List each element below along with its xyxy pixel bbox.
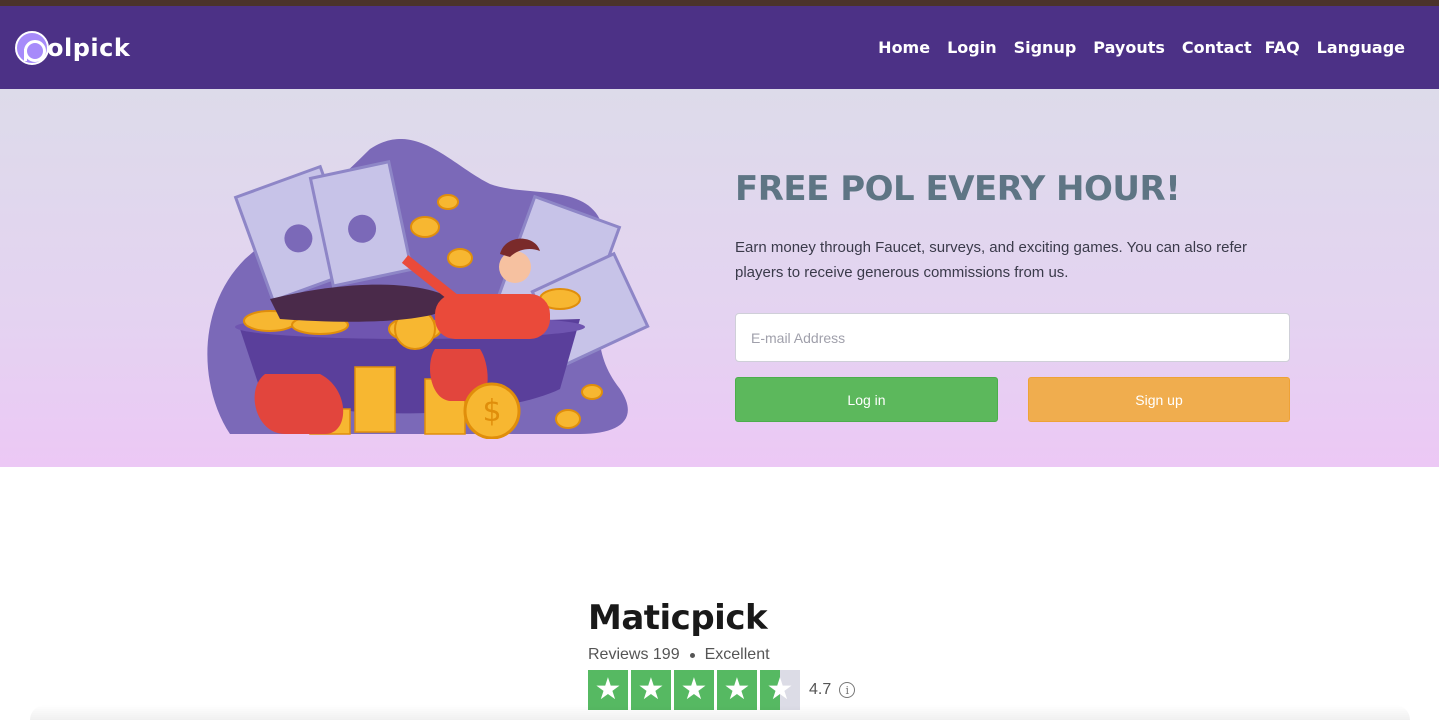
- review-meta: Reviews 199 Excellent: [588, 646, 855, 664]
- nav-home[interactable]: Home: [878, 38, 930, 57]
- nav-contact[interactable]: Contact: [1182, 38, 1252, 57]
- hero-section: $ FREE POL EVERY HOUR! Earn money throug…: [0, 89, 1439, 467]
- rating-score: 4.7: [809, 681, 832, 698]
- review-site-name: Maticpick: [588, 598, 768, 638]
- logo-text: olpick: [47, 34, 131, 62]
- hero-headline: FREE POL EVERY HOUR!: [735, 169, 1181, 209]
- logo-icon: [15, 31, 49, 65]
- review-count: Reviews 199: [588, 646, 680, 663]
- email-input[interactable]: [735, 313, 1290, 362]
- star-icon: ★: [674, 670, 714, 710]
- nav-faq[interactable]: FAQ: [1265, 38, 1300, 57]
- nav-payouts[interactable]: Payouts: [1093, 38, 1165, 57]
- main-nav: Home Login Signup Payouts Contact FAQ La…: [878, 38, 1405, 57]
- signup-button[interactable]: Sign up: [1028, 377, 1290, 422]
- star-icon: ★: [588, 670, 628, 710]
- trustpilot-widget[interactable]: Maticpick Reviews 199 Excellent ★ ★ ★ ★ …: [588, 598, 856, 710]
- nav-signup[interactable]: Signup: [1014, 38, 1077, 57]
- logo-link[interactable]: olpick: [15, 31, 130, 65]
- nav-login[interactable]: Login: [947, 38, 997, 57]
- nav-language[interactable]: Language: [1317, 38, 1405, 57]
- star-icon: ★: [717, 670, 757, 710]
- login-button[interactable]: Log in: [735, 377, 998, 422]
- separator-dot: [689, 652, 695, 658]
- navbar: olpick Home Login Signup Payouts Contact…: [0, 6, 1439, 89]
- half-star-icon: ★: [760, 670, 800, 710]
- hero-description: Earn money through Faucet, surveys, and …: [735, 239, 1247, 281]
- bottom-panel-shadow: [30, 705, 1410, 720]
- rating-word: Excellent: [704, 646, 770, 663]
- star-rating: ★ ★ ★ ★ ★ 4.7 i: [588, 670, 856, 710]
- svg-text:$: $: [482, 394, 501, 429]
- star-icon: ★: [631, 670, 671, 710]
- money-bath-illustration: $: [207, 139, 650, 439]
- info-icon[interactable]: i: [839, 682, 856, 698]
